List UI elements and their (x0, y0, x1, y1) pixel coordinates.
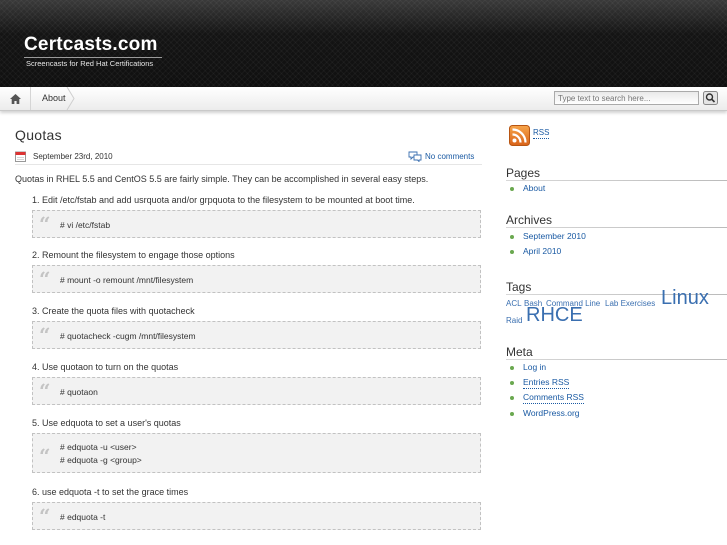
code-blockquote: “ # mount -o remount /mnt/filesystem (32, 265, 481, 293)
widget-divider (506, 359, 727, 360)
code-blockquote: “ # quotacheck -cugm /mnt/filesystem (32, 321, 481, 349)
home-icon (9, 93, 21, 104)
code-line: # mount -o remount /mnt/filesystem (60, 275, 194, 285)
code-line: # edquota -u <user> (60, 442, 137, 452)
speech-bubbles-icon (408, 151, 422, 162)
bullet-icon (510, 396, 514, 400)
bullet-icon (510, 250, 514, 254)
code-line: # edquota -t (60, 512, 106, 522)
post-title[interactable]: Quotas (15, 127, 62, 143)
quote-mark-icon: “ (39, 212, 51, 236)
bullet-icon (510, 235, 514, 239)
quote-mark-icon: “ (39, 504, 51, 528)
tag-link[interactable]: Raid (506, 316, 522, 325)
step-label: 5. Use edquota to set a user's quotas (32, 418, 181, 428)
rss-link[interactable]: RSS (533, 128, 550, 139)
tag-link[interactable]: RHCE (526, 304, 583, 327)
step-label: 1. Edit /etc/fstab and add usrquota and/… (32, 195, 415, 205)
step-label: 3. Create the quota files with quotachec… (32, 306, 195, 316)
quote-mark-icon: “ (39, 267, 51, 291)
calendar-icon (15, 151, 26, 162)
widget-title-tags: Tags (506, 280, 532, 294)
quote-mark-icon: “ (39, 323, 51, 347)
comments-link[interactable]: No comments (425, 152, 474, 161)
site-header: Certcasts.com Screencasts for Red Hat Ce… (0, 0, 727, 87)
tag-link[interactable]: Lab Exercises (605, 299, 655, 308)
bullet-icon (510, 381, 514, 385)
widget-title-archives: Archives (506, 213, 553, 227)
code-line: # quotaon (60, 387, 98, 397)
post-date: September 23rd, 2010 (33, 152, 113, 161)
tag-link[interactable]: ACL (506, 299, 522, 308)
widget-divider (506, 227, 727, 228)
step-label: 2. Remount the filesystem to engage thos… (32, 250, 235, 260)
widget-title-pages: Pages (506, 166, 541, 180)
site-description: Screencasts for Red Hat Certifications (26, 59, 154, 68)
nav-separator-chevron (66, 87, 75, 110)
code-blockquote: “ # edquota -t (32, 502, 481, 530)
bullet-icon (510, 366, 514, 370)
quote-mark-icon: “ (39, 444, 51, 468)
quote-mark-icon: “ (39, 379, 51, 403)
title-underline (24, 57, 162, 58)
bullet-icon (510, 412, 514, 416)
home-button[interactable] (0, 87, 31, 110)
post-intro: Quotas in RHEL 5.5 and CentOS 5.5 are fa… (15, 174, 429, 184)
code-blockquote: “ # vi /etc/fstab (32, 210, 481, 238)
code-blockquote: “ # quotaon (32, 377, 481, 405)
magnifier-icon (702, 90, 718, 105)
post-meta: September 23rd, 2010 No comments (15, 151, 482, 165)
bullet-icon (510, 187, 514, 191)
step-label: 4. Use quotaon to turn on the quotas (32, 362, 179, 372)
tag-link[interactable]: Linux (661, 287, 709, 310)
code-line: # edquota -g <group> (60, 455, 142, 465)
site-title[interactable]: Certcasts.com (24, 34, 158, 56)
rss-feed-icon[interactable] (509, 125, 530, 146)
search-input[interactable] (554, 91, 699, 105)
code-line: # quotacheck -cugm /mnt/filesystem (60, 331, 196, 341)
search-button[interactable] (702, 90, 718, 105)
code-blockquote: “ # edquota -u <user> # edquota -g <grou… (32, 433, 481, 473)
step-label: 6. use edquota -t to set the grace times (32, 487, 189, 497)
widget-divider (506, 180, 727, 181)
widget-title-meta: Meta (506, 345, 533, 359)
code-line: # vi /etc/fstab (60, 220, 111, 230)
